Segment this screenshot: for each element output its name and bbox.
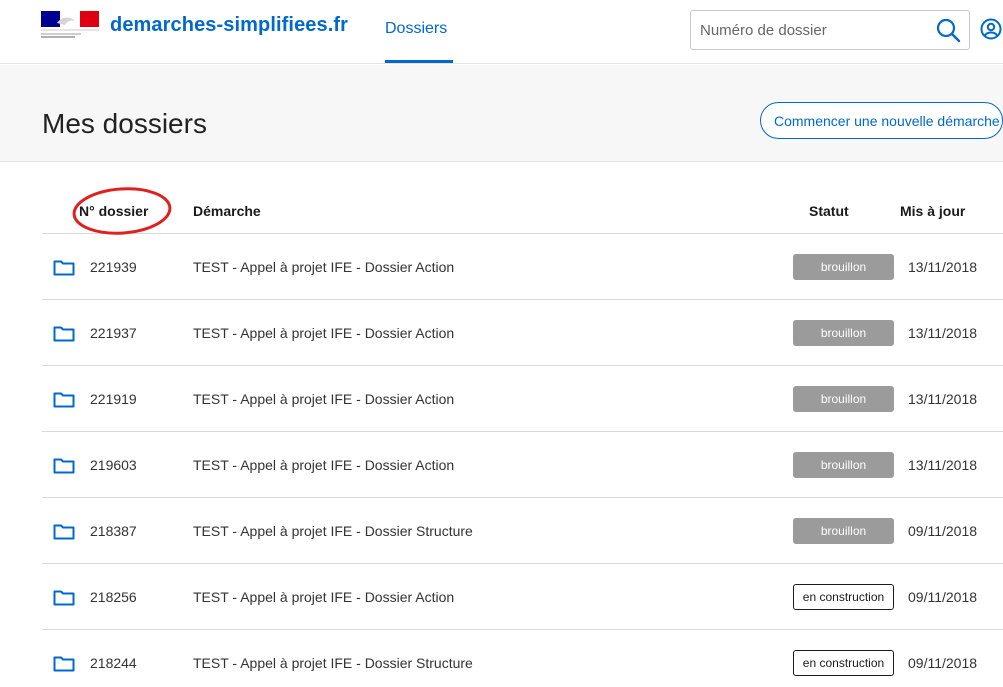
dossier-number[interactable]: 219603 (90, 457, 137, 473)
status-badge: en construction (793, 650, 894, 676)
folder-icon (53, 392, 75, 408)
table-row[interactable]: 218244 TEST - Appel à projet IFE - Dossi… (42, 630, 1003, 687)
demarche-name[interactable]: TEST - Appel à projet IFE - Dossier Acti… (193, 589, 454, 605)
folder-icon (53, 260, 75, 276)
republique-francaise-logo[interactable] (41, 11, 99, 38)
table-row[interactable]: 221937 TEST - Appel à projet IFE - Dossi… (42, 300, 1003, 366)
updated-date: 13/11/2018 (908, 457, 978, 473)
page-title: Mes dossiers (42, 108, 207, 139)
folder-icon (53, 326, 75, 342)
folder-icon (53, 524, 75, 540)
dossier-number[interactable]: 218244 (90, 655, 137, 671)
status-badge: brouillon (793, 386, 894, 412)
folder-icon (53, 590, 75, 606)
updated-date: 09/11/2018 (908, 523, 978, 539)
status-badge: brouillon (793, 254, 894, 280)
user-account-icon (980, 18, 1002, 40)
site-header: demarches-simplifiees.fr Dossiers (0, 0, 1003, 64)
updated-date: 09/11/2018 (908, 655, 978, 671)
demarche-name[interactable]: TEST - Appel à projet IFE - Dossier Acti… (193, 325, 454, 341)
updated-date: 09/11/2018 (908, 589, 978, 605)
dossiers-table: N° dossier Démarche Statut Mis à jour 22… (42, 163, 1003, 687)
column-header-numero[interactable]: N° dossier (79, 203, 148, 219)
page-title-band: Mes dossiers Commencer une nouvelle déma… (0, 65, 1003, 162)
search-box (690, 10, 970, 50)
status-badge: en construction (793, 584, 894, 610)
column-header-demarche[interactable]: Démarche (193, 203, 261, 219)
search-icon (936, 18, 961, 43)
status-badge: brouillon (793, 452, 894, 478)
dossier-search-input[interactable] (691, 11, 921, 49)
table-row[interactable]: 221919 TEST - Appel à projet IFE - Dossi… (42, 366, 1003, 432)
table-row[interactable]: 218256 TEST - Appel à projet IFE - Dossi… (42, 564, 1003, 630)
updated-date: 13/11/2018 (908, 391, 978, 407)
table-row[interactable]: 219603 TEST - Appel à projet IFE - Dossi… (42, 432, 1003, 498)
dossier-number[interactable]: 218387 (90, 523, 137, 539)
dossier-number[interactable]: 218256 (90, 589, 137, 605)
folder-icon (53, 458, 75, 474)
column-header-mis-a-jour[interactable]: Mis à jour (900, 203, 965, 219)
nav-tab-dossiers[interactable]: Dossiers (385, 20, 447, 38)
user-account-button[interactable] (980, 18, 1002, 40)
site-name[interactable]: demarches-simplifiees.fr (110, 14, 348, 37)
folder-icon (53, 656, 75, 672)
column-header-statut[interactable]: Statut (809, 203, 849, 219)
demarche-name[interactable]: TEST - Appel à projet IFE - Dossier Stru… (193, 523, 473, 539)
status-badge: brouillon (793, 518, 894, 544)
demarche-name[interactable]: TEST - Appel à projet IFE - Dossier Acti… (193, 391, 454, 407)
dossier-number[interactable]: 221939 (90, 259, 137, 275)
search-button[interactable] (935, 17, 961, 43)
dossier-number[interactable]: 221937 (90, 325, 137, 341)
demarche-name[interactable]: TEST - Appel à projet IFE - Dossier Acti… (193, 457, 454, 473)
demarche-name[interactable]: TEST - Appel à projet IFE - Dossier Stru… (193, 655, 473, 671)
table-header: N° dossier Démarche Statut Mis à jour (42, 163, 1003, 235)
table-row[interactable]: 218387 TEST - Appel à projet IFE - Dossi… (42, 498, 1003, 564)
updated-date: 13/11/2018 (908, 259, 978, 275)
dossier-number[interactable]: 221919 (90, 391, 137, 407)
status-badge: brouillon (793, 320, 894, 346)
nav-tab-active-indicator (385, 60, 453, 63)
updated-date: 13/11/2018 (908, 325, 978, 341)
new-demarche-button[interactable]: Commencer une nouvelle démarche (760, 102, 1003, 139)
table-row[interactable]: 221939 TEST - Appel à projet IFE - Dossi… (42, 234, 1003, 300)
demarche-name[interactable]: TEST - Appel à projet IFE - Dossier Acti… (193, 259, 454, 275)
